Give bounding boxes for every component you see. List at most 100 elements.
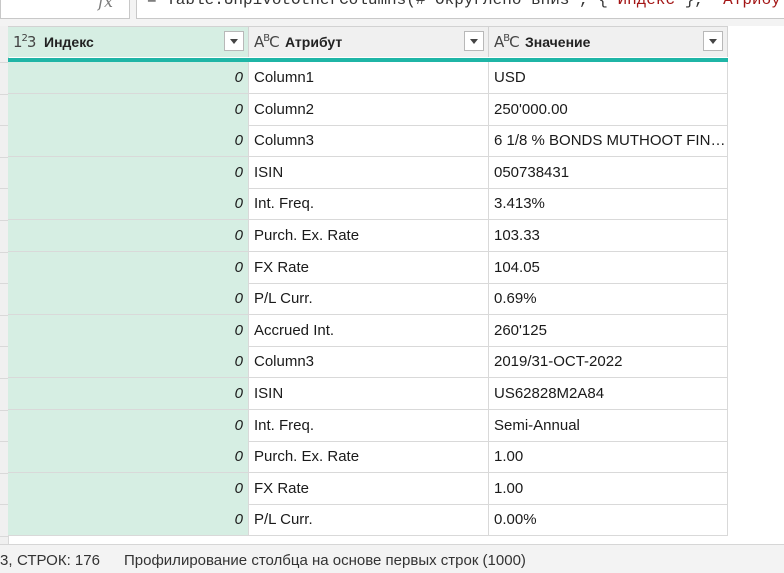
- cell-value[interactable]: 050738431: [489, 156, 728, 189]
- row-gutter-divider: [0, 283, 8, 285]
- cell-value[interactable]: 103.33: [489, 220, 728, 252]
- table-row: 0 Int. Freq. 3.413%: [8, 188, 728, 221]
- column-header-row: 123 Индекс ABC Атрибут ABC Значение: [8, 26, 728, 62]
- column-header-value[interactable]: ABC Значение: [489, 26, 728, 57]
- row-gutter-divider: [0, 62, 8, 63]
- cell-value[interactable]: 2019/31-OCT-2022: [489, 346, 728, 379]
- column-header-label: Атрибут: [285, 34, 343, 50]
- formula-input[interactable]: = Table.UnpivotOtherColumns(#"Округлено …: [136, 0, 784, 19]
- cell-value[interactable]: 260'125: [489, 314, 728, 347]
- row-gutter-divider: [0, 314, 8, 316]
- text-type-icon[interactable]: ABC: [254, 33, 280, 51]
- fx-icon: fx: [98, 0, 113, 11]
- formula-mid: "}, ": [675, 0, 724, 9]
- cell-index[interactable]: 0: [8, 93, 249, 126]
- table-row: 0 ISIN 050738431: [8, 156, 728, 189]
- cell-attribute[interactable]: Int. Freq.: [249, 188, 489, 221]
- row-gutter-divider: [0, 346, 8, 348]
- table-row: 0 Column1 USD: [8, 62, 728, 94]
- cell-attribute[interactable]: Column1: [249, 62, 489, 94]
- cell-value[interactable]: 3.413%: [489, 188, 728, 221]
- table-row: 0 Accrued Int. 260'125: [8, 314, 728, 347]
- row-gutter-divider: [0, 378, 8, 379]
- row-gutter-divider: [0, 472, 8, 474]
- column-header-label: Значение: [525, 34, 591, 50]
- cell-value[interactable]: USD: [489, 62, 728, 94]
- table-row: 0 Column3 6 1/8 % BONDS MUTHOOT FINANCE: [8, 125, 728, 158]
- table-row: 0 P/L Curr. 0.00%: [8, 504, 728, 537]
- cell-value[interactable]: 250'000.00: [489, 93, 728, 126]
- number-type-icon[interactable]: 123: [13, 33, 36, 51]
- row-gutter-divider: [0, 441, 8, 443]
- cell-attribute[interactable]: Column2: [249, 93, 489, 126]
- formula-string-index: Индекс: [617, 0, 676, 9]
- data-grid: 123 Индекс ABC Атрибут ABC Значение 0 Col…: [0, 26, 784, 544]
- cell-attribute[interactable]: Accrued Int.: [249, 314, 489, 347]
- status-profiling-mode[interactable]: Профилирование столбца на основе первых …: [124, 552, 526, 569]
- cell-index[interactable]: 0: [8, 314, 249, 347]
- row-gutter-divider: [0, 93, 8, 95]
- cell-value[interactable]: 6 1/8 % BONDS MUTHOOT FINANCE: [489, 125, 728, 158]
- cell-value[interactable]: 1.00: [489, 472, 728, 505]
- cell-attribute[interactable]: ISIN: [249, 156, 489, 189]
- status-bar: 3, СТРОК: 176 Профилирование столбца на …: [0, 544, 784, 573]
- cell-index[interactable]: 0: [8, 156, 249, 189]
- table-row: 0 Column3 2019/31-OCT-2022: [8, 346, 728, 379]
- cell-attribute[interactable]: Int. Freq.: [249, 409, 489, 442]
- row-gutter-divider: [0, 220, 8, 221]
- cell-value[interactable]: Semi-Annual: [489, 409, 728, 442]
- cell-index[interactable]: 0: [8, 472, 249, 505]
- cell-index[interactable]: 0: [8, 62, 249, 94]
- row-gutter-divider: [0, 156, 8, 158]
- cell-index[interactable]: 0: [8, 283, 249, 316]
- status-column-count: 3,: [0, 552, 13, 569]
- table-row: 0 Int. Freq. Semi-Annual: [8, 409, 728, 442]
- table-row: 0 Purch. Ex. Rate 1.00: [8, 441, 728, 474]
- empty-area: [728, 26, 784, 544]
- cell-index[interactable]: 0: [8, 188, 249, 221]
- cell-value[interactable]: 0.00%: [489, 504, 728, 537]
- filter-dropdown-button[interactable]: [464, 31, 484, 51]
- table-row: 0 Purch. Ex. Rate 103.33: [8, 220, 728, 252]
- formula-string-attribute: Атрибут: [723, 0, 784, 9]
- cell-value[interactable]: 1.00: [489, 441, 728, 474]
- cell-index[interactable]: 0: [8, 378, 249, 410]
- row-gutter-divider: [0, 409, 8, 411]
- row-gutter-divider: [0, 125, 8, 127]
- column-header-index[interactable]: 123 Индекс: [8, 26, 249, 57]
- cell-index[interactable]: 0: [8, 251, 249, 284]
- formula-prefix: = Table.UnpivotOtherColumns(#"Округлено …: [147, 0, 618, 9]
- table-row: 0 P/L Curr. 0.69%: [8, 283, 728, 316]
- row-gutter-divider: [0, 251, 8, 253]
- formula-bar: fx = Table.UnpivotOtherColumns(#"Округле…: [0, 0, 784, 27]
- cell-attribute[interactable]: Column3: [249, 125, 489, 158]
- cell-index[interactable]: 0: [8, 220, 249, 252]
- cell-attribute[interactable]: Purch. Ex. Rate: [249, 441, 489, 474]
- cell-index[interactable]: 0: [8, 125, 249, 158]
- formula-text: = Table.UnpivotOtherColumns(#"Округлено …: [147, 0, 784, 9]
- cell-attribute[interactable]: P/L Curr.: [249, 283, 489, 316]
- table-row: 0 FX Rate 1.00: [8, 472, 728, 505]
- cell-attribute[interactable]: P/L Curr.: [249, 504, 489, 537]
- cell-index[interactable]: 0: [8, 441, 249, 474]
- cell-attribute[interactable]: FX Rate: [249, 472, 489, 505]
- filter-dropdown-button[interactable]: [224, 31, 244, 51]
- cell-value[interactable]: US62828M2A84: [489, 378, 728, 410]
- cell-attribute[interactable]: ISIN: [249, 378, 489, 410]
- cell-attribute[interactable]: Column3: [249, 346, 489, 379]
- cell-index[interactable]: 0: [8, 346, 249, 379]
- cell-index[interactable]: 0: [8, 504, 249, 537]
- table-row: 0 FX Rate 104.05: [8, 251, 728, 284]
- text-type-icon[interactable]: ABC: [494, 33, 520, 51]
- filter-dropdown-button[interactable]: [703, 31, 723, 51]
- column-header-attribute[interactable]: ABC Атрибут: [249, 26, 489, 57]
- cell-value[interactable]: 0.69%: [489, 283, 728, 316]
- fx-button[interactable]: fx: [0, 0, 130, 19]
- row-gutter-divider: [0, 536, 8, 537]
- table-row: 0 ISIN US62828M2A84: [8, 378, 728, 410]
- cell-index[interactable]: 0: [8, 409, 249, 442]
- row-gutter-divider: [0, 504, 8, 506]
- cell-value[interactable]: 104.05: [489, 251, 728, 284]
- cell-attribute[interactable]: FX Rate: [249, 251, 489, 284]
- cell-attribute[interactable]: Purch. Ex. Rate: [249, 220, 489, 252]
